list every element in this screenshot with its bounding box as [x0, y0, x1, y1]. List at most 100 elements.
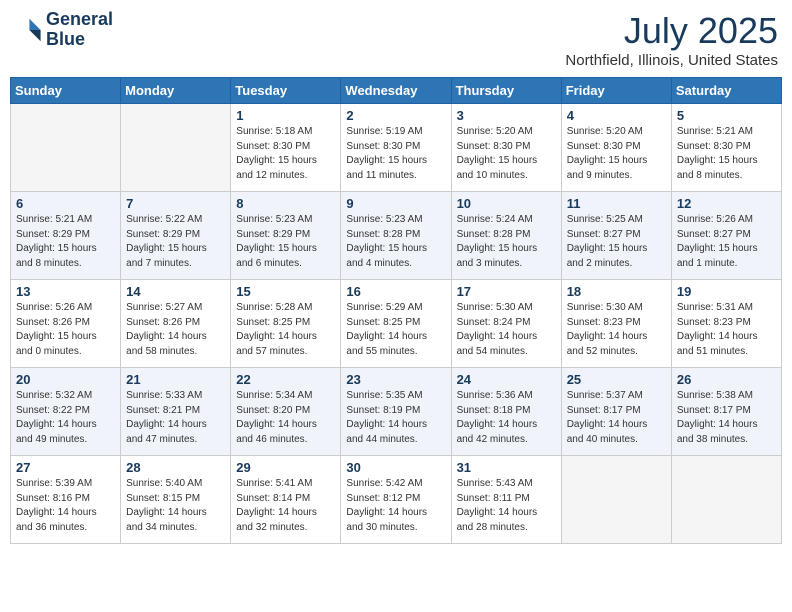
calendar-cell: 19Sunrise: 5:31 AM Sunset: 8:23 PM Dayli…	[671, 280, 781, 368]
calendar-cell: 2 Sunrise: 5:19 AM Sunset: 8:30 PM Daylig…	[341, 104, 451, 192]
calendar-cell: 17Sunrise: 5:30 AM Sunset: 8:24 PM Dayli…	[451, 280, 561, 368]
day-number: 18	[567, 284, 666, 299]
calendar-cell: 18 Sunrise: 5:30 AM Sunset: 8:23 PM Dayli…	[561, 280, 671, 368]
day-number: 29	[236, 460, 335, 475]
day-number: 1	[236, 108, 335, 123]
weekday-header: Wednesday	[341, 78, 451, 104]
location-title: Northfield, Illinois, United States	[565, 52, 778, 69]
day-info: Sunrise: 5:40 AM Sunset: 8:15 PM Dayligh…	[126, 477, 225, 535]
calendar-week-row: 20 Sunrise: 5:32 AM Sunset: 8:22 PM Dayli…	[11, 368, 782, 456]
calendar-cell: 3 Sunrise: 5:20 AM Sunset: 8:30 PM Daylig…	[451, 104, 561, 192]
calendar-cell: 12 Sunrise: 5:26 AM Sunset: 8:27 PM Dayli…	[671, 192, 781, 280]
day-number: 7	[126, 196, 225, 211]
day-info: Sunrise: 5:31 AM Sunset: 8:23 PM Dayligh…	[677, 301, 776, 359]
day-info: Sunrise: 5:28 AM Sunset: 8:25 PM Dayligh…	[236, 301, 335, 359]
day-info: Sunrise: 5:33 AM Sunset: 8:21 PM Dayligh…	[126, 389, 225, 447]
day-number: 13	[16, 284, 115, 299]
page-header: General Blue July 2025 Northfield, Illin…	[10, 10, 782, 69]
day-info: Sunrise: 5:27 AM Sunset: 8:26 PM Dayligh…	[126, 301, 225, 359]
day-number: 27	[16, 460, 115, 475]
day-number: 15	[236, 284, 335, 299]
day-number: 26	[677, 372, 776, 387]
weekday-header-row: SundayMondayTuesdayWednesdayThursdayFrid…	[11, 78, 782, 104]
day-number: 12	[677, 196, 776, 211]
calendar-cell: 5 Sunrise: 5:21 AM Sunset: 8:30 PM Daylig…	[671, 104, 781, 192]
day-info: Sunrise: 5:22 AM Sunset: 8:29 PM Dayligh…	[126, 213, 225, 271]
day-number: 2	[346, 108, 445, 123]
day-number: 31	[457, 460, 556, 475]
day-info: Sunrise: 5:41 AM Sunset: 8:14 PM Dayligh…	[236, 477, 335, 535]
day-info: Sunrise: 5:20 AM Sunset: 8:30 PM Dayligh…	[457, 125, 556, 183]
day-info: Sunrise: 5:39 AM Sunset: 8:16 PM Dayligh…	[16, 477, 115, 535]
day-number: 21	[126, 372, 225, 387]
day-info: Sunrise: 5:19 AM Sunset: 8:30 PM Dayligh…	[346, 125, 445, 183]
day-info: Sunrise: 5:29 AM Sunset: 8:25 PM Dayligh…	[346, 301, 445, 359]
day-number: 8	[236, 196, 335, 211]
calendar-week-row: 13 Sunrise: 5:26 AM Sunset: 8:26 PM Dayli…	[11, 280, 782, 368]
calendar-cell: 31 Sunrise: 5:43 AM Sunset: 8:11 PM Dayli…	[451, 456, 561, 544]
day-info: Sunrise: 5:30 AM Sunset: 8:23 PM Dayligh…	[567, 301, 666, 359]
day-info: Sunrise: 5:21 AM Sunset: 8:30 PM Dayligh…	[677, 125, 776, 183]
calendar-week-row: 6 Sunrise: 5:21 AM Sunset: 8:29 PM Daylig…	[11, 192, 782, 280]
day-number: 3	[457, 108, 556, 123]
calendar-cell: 7 Sunrise: 5:22 AM Sunset: 8:29 PM Daylig…	[121, 192, 231, 280]
day-info: Sunrise: 5:26 AM Sunset: 8:26 PM Dayligh…	[16, 301, 115, 359]
day-info: Sunrise: 5:42 AM Sunset: 8:12 PM Dayligh…	[346, 477, 445, 535]
calendar-cell	[121, 104, 231, 192]
day-info: Sunrise: 5:25 AM Sunset: 8:27 PM Dayligh…	[567, 213, 666, 271]
calendar-week-row: 1 Sunrise: 5:18 AM Sunset: 8:30 PM Daylig…	[11, 104, 782, 192]
calendar-cell: 23 Sunrise: 5:35 AM Sunset: 8:19 PM Dayli…	[341, 368, 451, 456]
day-number: 28	[126, 460, 225, 475]
calendar-cell: 27 Sunrise: 5:39 AM Sunset: 8:16 PM Dayli…	[11, 456, 121, 544]
logo-text: General Blue	[46, 10, 113, 50]
day-info: Sunrise: 5:35 AM Sunset: 8:19 PM Dayligh…	[346, 389, 445, 447]
day-number: 4	[567, 108, 666, 123]
weekday-header: Saturday	[671, 78, 781, 104]
calendar-cell: 6 Sunrise: 5:21 AM Sunset: 8:29 PM Daylig…	[11, 192, 121, 280]
calendar-cell: 16 Sunrise: 5:29 AM Sunset: 8:25 PM Dayli…	[341, 280, 451, 368]
day-info: Sunrise: 5:32 AM Sunset: 8:22 PM Dayligh…	[16, 389, 115, 447]
calendar-cell: 22Sunrise: 5:34 AM Sunset: 8:20 PM Dayli…	[231, 368, 341, 456]
weekday-header: Friday	[561, 78, 671, 104]
logo-icon	[14, 16, 42, 44]
calendar-cell: 25 Sunrise: 5:37 AM Sunset: 8:17 PM Dayli…	[561, 368, 671, 456]
weekday-header: Thursday	[451, 78, 561, 104]
calendar-cell: 21 Sunrise: 5:33 AM Sunset: 8:21 PM Dayli…	[121, 368, 231, 456]
day-info: Sunrise: 5:18 AM Sunset: 8:30 PM Dayligh…	[236, 125, 335, 183]
day-info: Sunrise: 5:26 AM Sunset: 8:27 PM Dayligh…	[677, 213, 776, 271]
calendar-cell: 15 Sunrise: 5:28 AM Sunset: 8:25 PM Dayli…	[231, 280, 341, 368]
day-number: 11	[567, 196, 666, 211]
day-number: 20	[16, 372, 115, 387]
day-info: Sunrise: 5:37 AM Sunset: 8:17 PM Dayligh…	[567, 389, 666, 447]
day-info: Sunrise: 5:21 AM Sunset: 8:29 PM Dayligh…	[16, 213, 115, 271]
calendar-cell: 29 Sunrise: 5:41 AM Sunset: 8:14 PM Dayli…	[231, 456, 341, 544]
calendar-cell: 14Sunrise: 5:27 AM Sunset: 8:26 PM Dayli…	[121, 280, 231, 368]
day-number: 25	[567, 372, 666, 387]
day-info: Sunrise: 5:23 AM Sunset: 8:28 PM Dayligh…	[346, 213, 445, 271]
day-info: Sunrise: 5:43 AM Sunset: 8:11 PM Dayligh…	[457, 477, 556, 535]
day-number: 6	[16, 196, 115, 211]
day-number: 9	[346, 196, 445, 211]
day-info: Sunrise: 5:34 AM Sunset: 8:20 PM Dayligh…	[236, 389, 335, 447]
calendar-cell: 30 Sunrise: 5:42 AM Sunset: 8:12 PM Dayli…	[341, 456, 451, 544]
calendar-cell: 8 Sunrise: 5:23 AM Sunset: 8:29 PM Daylig…	[231, 192, 341, 280]
day-number: 16	[346, 284, 445, 299]
calendar-cell: 10Sunrise: 5:24 AM Sunset: 8:28 PM Dayli…	[451, 192, 561, 280]
title-block: July 2025 Northfield, Illinois, United S…	[565, 10, 778, 69]
day-number: 30	[346, 460, 445, 475]
calendar-cell: 24Sunrise: 5:36 AM Sunset: 8:18 PM Dayli…	[451, 368, 561, 456]
month-title: July 2025	[565, 10, 778, 52]
day-number: 23	[346, 372, 445, 387]
day-number: 17	[457, 284, 556, 299]
day-number: 5	[677, 108, 776, 123]
calendar-cell: 4Sunrise: 5:20 AM Sunset: 8:30 PM Daylig…	[561, 104, 671, 192]
day-number: 10	[457, 196, 556, 211]
calendar-cell: 9 Sunrise: 5:23 AM Sunset: 8:28 PM Daylig…	[341, 192, 451, 280]
day-info: Sunrise: 5:23 AM Sunset: 8:29 PM Dayligh…	[236, 213, 335, 271]
day-info: Sunrise: 5:38 AM Sunset: 8:17 PM Dayligh…	[677, 389, 776, 447]
weekday-header: Monday	[121, 78, 231, 104]
calendar-cell: 11 Sunrise: 5:25 AM Sunset: 8:27 PM Dayli…	[561, 192, 671, 280]
weekday-header: Tuesday	[231, 78, 341, 104]
calendar-cell	[561, 456, 671, 544]
weekday-header: Sunday	[11, 78, 121, 104]
